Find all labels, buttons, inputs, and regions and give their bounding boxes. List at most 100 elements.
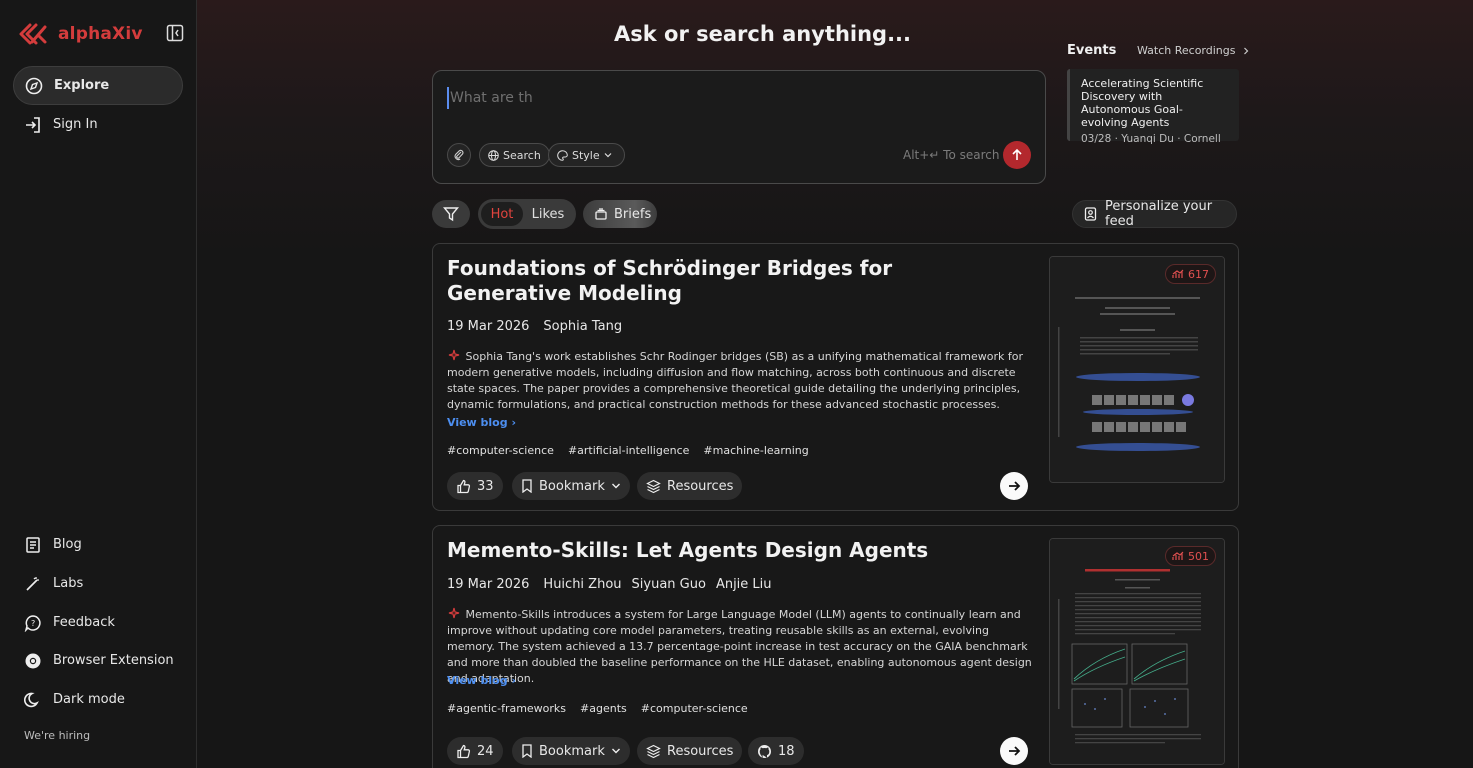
chevron-down-icon — [611, 481, 621, 491]
bookmark-icon — [521, 479, 533, 493]
tag[interactable]: #artificial-intelligence — [568, 444, 689, 457]
tag[interactable]: #machine-learning — [703, 444, 808, 457]
tag[interactable]: #agents — [580, 702, 627, 715]
resources-button[interactable]: Resources — [637, 737, 743, 765]
like-button[interactable]: 33 — [447, 472, 503, 500]
paper-author[interactable]: Huichi Zhou — [543, 577, 621, 592]
sidebar-item-dark-mode[interactable]: Dark mode — [13, 680, 183, 719]
filter-button[interactable] — [432, 200, 470, 228]
paper-thumbnail[interactable]: 617 — [1049, 256, 1225, 483]
bookmark-button[interactable]: Bookmark — [512, 472, 630, 500]
personalize-icon — [1084, 207, 1097, 221]
sidebar-item-label: Browser Extension — [53, 653, 174, 668]
sort-hot-tab[interactable]: Hot — [481, 202, 523, 226]
personalize-label: Personalize your feed — [1105, 199, 1213, 229]
bookmark-label: Bookmark — [539, 743, 605, 759]
sidebar-item-label: Explore — [54, 78, 110, 93]
like-count: 24 — [477, 743, 494, 759]
github-button[interactable]: 18 — [748, 737, 804, 765]
collapse-sidebar-icon[interactable] — [166, 24, 184, 42]
briefs-button[interactable]: Briefs — [583, 200, 657, 228]
paper-summary: Memento-Skills introduces a system for L… — [447, 607, 1037, 687]
filter-icon — [443, 207, 459, 222]
watch-recordings-link[interactable]: Watch Recordings — [1137, 44, 1251, 57]
arrow-up-icon — [1012, 148, 1022, 160]
sidebar-item-label: Blog — [53, 537, 82, 552]
chevron-down-icon — [611, 746, 621, 756]
paper-date: 19 Mar 2026 — [447, 577, 530, 592]
paper-preview-image — [1050, 539, 1224, 764]
tag[interactable]: #agentic-frameworks — [447, 702, 566, 715]
github-icon — [757, 744, 772, 759]
trending-icon — [1172, 269, 1184, 279]
arrow-right-icon — [1009, 746, 1021, 756]
logo-text: alphaXiv — [58, 24, 143, 44]
sidebar-item-browser-extension[interactable]: Browser Extension — [13, 641, 183, 680]
chevron-right-icon — [1243, 47, 1248, 54]
like-count: 33 — [477, 478, 494, 494]
github-stars: 18 — [778, 743, 795, 759]
sidebar-item-label: Sign In — [53, 117, 98, 132]
paper-date: 19 Mar 2026 — [447, 319, 530, 334]
tag[interactable]: #computer-science — [641, 702, 748, 715]
view-blog-link[interactable]: View blog › — [447, 674, 516, 687]
logo[interactable]: alphaXiv — [18, 20, 188, 48]
blog-icon — [24, 536, 42, 554]
hiring-link[interactable]: We're hiring — [24, 729, 90, 742]
paper-title[interactable]: Memento-Skills: Let Agents Design Agents — [447, 538, 1007, 563]
paper-card[interactable]: Memento-Skills: Let Agents Design Agents… — [432, 525, 1239, 768]
paper-preview-image — [1050, 257, 1224, 482]
open-paper-button[interactable] — [1000, 737, 1028, 765]
attach-button[interactable] — [447, 143, 471, 167]
views-count: 617 — [1188, 267, 1209, 281]
layers-icon — [646, 479, 661, 494]
arrow-right-icon — [1009, 481, 1021, 491]
ai-sparkle-icon — [448, 607, 460, 619]
views-count: 501 — [1188, 549, 1209, 563]
stack-icon — [594, 207, 608, 221]
paper-meta: 19 Mar 2026 Sophia Tang — [447, 319, 636, 334]
alphaxiv-logo-icon — [19, 23, 47, 45]
style-dropdown[interactable]: Style — [548, 143, 625, 167]
search-input[interactable] — [447, 87, 1007, 109]
view-blog-label: View blog — [447, 416, 508, 429]
view-blog-link[interactable]: View blog › — [447, 416, 516, 429]
resources-button[interactable]: Resources — [637, 472, 743, 500]
style-label: Style — [572, 148, 600, 162]
sidebar-item-label: Labs — [53, 576, 84, 591]
sidebar-item-explore[interactable]: Explore — [13, 66, 183, 105]
sort-likes-tab[interactable]: Likes — [523, 202, 573, 226]
views-badge: 617 — [1165, 264, 1216, 284]
sidebar: alphaXiv Explore Sign In Blog Labs ? Fee… — [0, 0, 197, 768]
feedback-icon: ? — [24, 614, 42, 632]
paper-summary: Sophia Tang's work establishes Schr Rodi… — [447, 349, 1037, 413]
paper-thumbnail[interactable]: 501 — [1049, 538, 1225, 765]
paper-title[interactable]: Foundations of Schrödinger Bridges for G… — [447, 256, 1007, 306]
paper-author[interactable]: Siyuan Guo — [632, 577, 706, 592]
resources-label: Resources — [667, 743, 734, 759]
sidebar-item-labs[interactable]: Labs — [13, 564, 183, 603]
open-paper-button[interactable] — [1000, 472, 1028, 500]
paper-tags: #computer-science #artificial-intelligen… — [447, 444, 823, 457]
summary-text: Memento-Skills introduces a system for L… — [447, 608, 1032, 685]
like-button[interactable]: 24 — [447, 737, 503, 765]
paper-author[interactable]: Sophia Tang — [543, 319, 622, 334]
main-content: Ask or search anything... Search Style A… — [197, 0, 1473, 768]
views-badge: 501 — [1165, 546, 1216, 566]
personalize-feed-button[interactable]: Personalize your feed — [1072, 199, 1237, 229]
palette-icon — [557, 149, 568, 161]
compass-icon — [25, 77, 43, 95]
paper-card[interactable]: Foundations of Schrödinger Bridges for G… — [432, 243, 1239, 511]
sidebar-item-feedback[interactable]: ? Feedback — [13, 603, 183, 642]
send-button[interactable] — [1003, 141, 1031, 169]
chevron-down-icon — [604, 151, 612, 159]
resources-label: Resources — [667, 478, 734, 494]
view-blog-label: View blog — [447, 674, 508, 687]
bookmark-button[interactable]: Bookmark — [512, 737, 630, 765]
event-card[interactable]: Accelerating Scientific Discovery with A… — [1067, 69, 1239, 145]
tag[interactable]: #computer-science — [447, 444, 554, 457]
sidebar-item-sign-in[interactable]: Sign In — [13, 105, 183, 144]
sidebar-item-blog[interactable]: Blog — [13, 525, 183, 564]
paper-author[interactable]: Anjie Liu — [716, 577, 772, 592]
search-toggle-button[interactable]: Search — [479, 143, 550, 167]
